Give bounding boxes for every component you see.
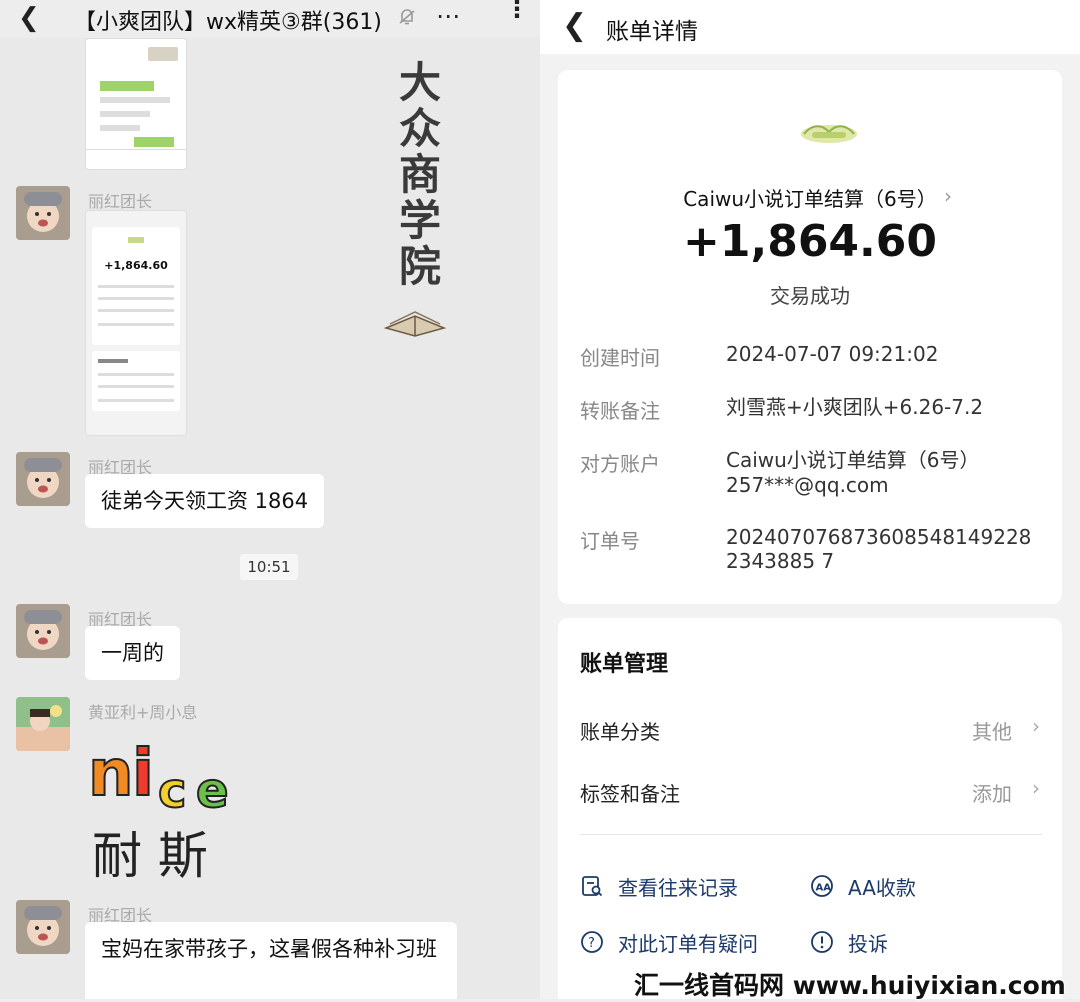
kebab-menu-icon[interactable]: ⋮ [505,0,529,21]
chat-pane: ❮ 【小爽团队】wx精英③群(361) ⋯ ⋮ 大众商学院 丽红团长 +1,86… [0,0,540,999]
status-text: 交易成功 [770,284,850,308]
bill-management-card: 账单管理 账单分类 其他 › 标签和备注 添加 › 查看往来记录 AA AA收款… [558,618,1062,999]
watermark-text: 大众商学院 [398,58,441,291]
chevron-right-icon: › [1032,714,1040,738]
sender-name: 黄亚利+周小息 [88,703,198,722]
avatar[interactable] [16,604,70,658]
svg-text:耐 斯: 耐 斯 [92,827,208,885]
avatar[interactable] [16,452,70,506]
site-watermark: 汇一线首码网 www.huiyixian.com [634,971,1066,1000]
action-label: 对此订单有疑问 [618,932,758,956]
chevron-right-icon[interactable]: › [944,184,952,208]
detail-label: 创建时间 [580,346,660,370]
aa-icon: AA [811,875,833,897]
thumb-amount: +1,864.60 [104,259,168,272]
svg-text:?: ? [588,936,595,951]
warning-icon [811,931,833,953]
avatar[interactable] [16,697,70,751]
records-icon [582,876,603,897]
bill-summary-card: Caiwu小说订单结算（6号） › +1,864.60 交易成功 创建时间 20… [558,70,1062,604]
book-icon [383,311,447,337]
back-arrow-icon[interactable]: ❮ [18,5,40,31]
svg-text:n: n [88,737,134,811]
divider [580,834,1042,835]
mgmt-value: 其他 [972,720,1012,744]
mute-bell-icon [399,9,415,25]
action-label: 查看往来记录 [618,876,738,900]
question-icon: ? [581,931,603,953]
detail-label: 订单号 [580,529,640,553]
svg-text:c: c [158,763,186,819]
action-label: 投诉 [848,932,888,956]
svg-text:e: e [196,763,229,819]
order-number: 2024070768736085481492282343885 7 [726,525,1032,573]
detail-value-secondary: 257***@qq.com [726,473,889,497]
mgmt-label: 标签和备注 [580,782,680,806]
detail-value: Caiwu小说订单结算（6号） [726,448,980,472]
chevron-right-icon: › [1032,776,1040,800]
action-label: AA收款 [848,876,916,900]
detail-value: 刘雪燕+小爽团队+6.26-7.2 [726,395,984,419]
mgmt-label: 账单分类 [580,720,660,744]
svg-text:i: i [132,737,154,811]
amount: +1,864.60 [683,216,937,267]
bill-pane: ❮ 账单详情 Caiwu小说订单结算（6号） › +1,864.60 交易成功 … [540,0,1080,999]
back-arrow-icon[interactable]: ❮ [562,8,587,43]
mgmt-value: 添加 [972,782,1012,806]
chat-image-thumbnail[interactable] [85,38,187,170]
bill-screenshot-thumbnail[interactable]: +1,864.60 [85,210,187,436]
page-title: 账单详情 [606,19,698,45]
timestamp: 10:51 [240,554,298,580]
more-icon[interactable]: ⋯ [436,2,462,30]
avatar[interactable] [16,900,70,954]
merchant-logo-icon [801,125,857,143]
merchant-name[interactable]: Caiwu小说订单结算（6号） [558,183,1062,212]
sender-name: 丽红团长 [88,192,153,211]
detail-value: 2024-07-07 09:21:02 [726,342,939,366]
detail-label: 转账备注 [580,399,660,423]
message-bubble[interactable]: 一周的 [85,626,180,680]
detail-label: 对方账户 [580,452,660,476]
section-title: 账单管理 [580,652,669,677]
svg-text:AA: AA [816,883,832,894]
chat-header: ❮ 【小爽团队】wx精英③群(361) ⋯ ⋮ [0,0,540,38]
message-bubble[interactable]: 徒弟今天领工资 1864 [85,474,325,528]
avatar[interactable] [16,186,70,240]
message-bubble[interactable]: 宝妈在家带孩子，这暑假各种补习班 [85,922,457,999]
chat-title: 【小爽团队】wx精英③群(361) [74,10,382,35]
bill-header: ❮ 账单详情 [540,0,1080,54]
nice-sticker[interactable]: n i c e 耐 斯 [88,735,258,885]
